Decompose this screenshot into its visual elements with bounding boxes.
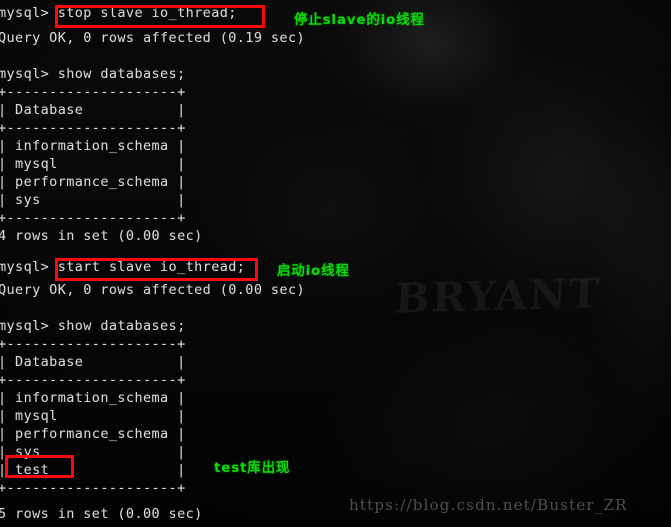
terminal-line: +--------------------+ (0, 372, 186, 388)
test-row-box (5, 455, 74, 478)
start-command-box (55, 258, 258, 281)
terminal-line: mysql> show databases; (0, 66, 186, 82)
terminal-line: Query OK, 0 rows affected (0.19 sec) (0, 30, 305, 46)
terminal-line: | Database | (0, 102, 186, 118)
terminal-line: | information_schema | (0, 390, 186, 406)
annotation-label: 停止slave的io线程 (294, 12, 425, 28)
terminal-line: | mysql | (0, 156, 186, 172)
terminal-line: +--------------------+ (0, 84, 186, 100)
terminal-line: +--------------------+ (0, 120, 186, 136)
blog-url-watermark: https://blog.csdn.net/Buster_ZR (349, 496, 628, 514)
terminal-line: | sys | (0, 192, 186, 208)
terminal-line: +--------------------+ (0, 480, 186, 496)
annotation-label: 启动io线程 (277, 263, 350, 279)
annotation-label: test库出现 (214, 460, 291, 476)
terminal-line: | Database | (0, 354, 186, 370)
terminal-line: Query OK, 0 rows affected (0.00 sec) (0, 282, 305, 298)
terminal-line: +--------------------+ (0, 336, 186, 352)
terminal-screenshot: BRYANT mysql> stop slave io_thread; Query… (0, 0, 671, 527)
terminal-line: +--------------------+ (0, 210, 186, 226)
terminal-line: mysql> show databases; (0, 318, 186, 334)
terminal-line: | information_schema | (0, 138, 186, 154)
terminal-line: | performance_schema | (0, 426, 186, 442)
terminal-line: | performance_schema | (0, 174, 186, 190)
terminal-line: | mysql | (0, 408, 186, 424)
terminal-line: 5 rows in set (0.00 sec) (0, 506, 203, 522)
stop-command-box (55, 5, 265, 28)
terminal-line: 4 rows in set (0.00 sec) (0, 228, 203, 244)
